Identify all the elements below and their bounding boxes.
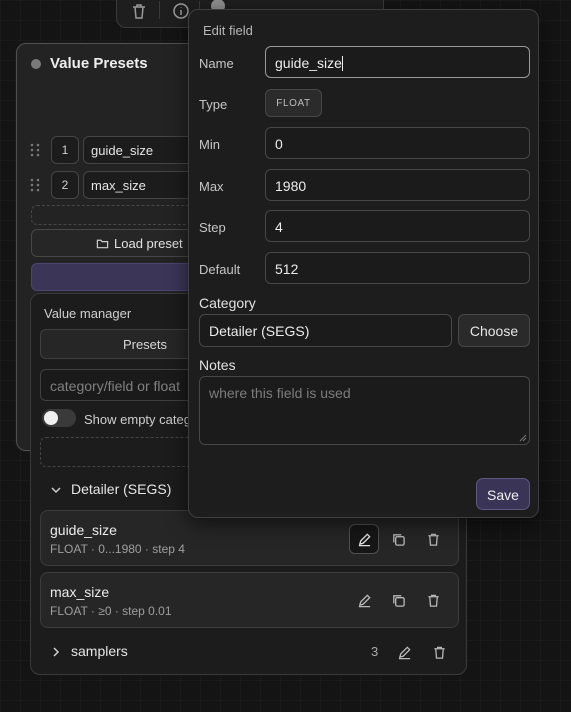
field-meta: FLOAT · ≥0 · step 0.01 — [50, 604, 172, 618]
drag-handle-icon[interactable] — [29, 142, 41, 158]
field-meta: FLOAT · 0...1980 · step 4 — [50, 542, 185, 556]
name-input[interactable]: guide_size — [265, 46, 530, 78]
node-title: Value Presets — [50, 55, 148, 72]
edit-field-popup: Edit field Name guide_size Type FLOAT Mi… — [188, 9, 539, 518]
notes-label: Notes — [199, 357, 236, 373]
save-button[interactable]: Save — [476, 478, 530, 510]
category-name: samplers — [71, 643, 128, 659]
show-empty-toggle[interactable] — [42, 409, 76, 427]
load-preset-label: Load preset — [114, 236, 183, 251]
chevron-down-icon — [49, 483, 63, 497]
delete-field-button[interactable] — [418, 524, 448, 554]
edit-field-button[interactable] — [349, 524, 379, 554]
toolbar-divider — [159, 1, 160, 19]
duplicate-field-button[interactable] — [383, 524, 413, 554]
drag-handle-icon[interactable] — [29, 177, 41, 193]
type-label: Type — [199, 97, 228, 112]
notes-textarea[interactable]: where this field is used — [199, 376, 530, 445]
category-name: Detailer (SEGS) — [71, 481, 172, 497]
step-label: Step — [199, 220, 226, 235]
default-input[interactable]: 512 — [265, 252, 530, 284]
max-label: Max — [199, 179, 224, 194]
field-name: guide_size — [50, 522, 117, 538]
text-caret — [341, 56, 343, 71]
node-header[interactable]: Value Presets — [17, 44, 215, 84]
field-card[interactable]: guide_size FLOAT · 0...1980 · step 4 — [40, 510, 459, 566]
node-status-dot[interactable] — [31, 59, 41, 69]
load-preset-button[interactable]: Load preset — [31, 229, 211, 257]
pencil-icon — [398, 645, 411, 659]
category-header[interactable]: samplers 3 — [40, 639, 460, 665]
popup-title: Edit field — [203, 23, 253, 38]
field-card[interactable]: max_size FLOAT · ≥0 · step 0.01 — [40, 572, 459, 628]
trash-icon[interactable] — [129, 1, 149, 21]
value-manager-title: Value manager — [44, 306, 132, 321]
primary-action-button[interactable] — [31, 263, 211, 291]
edit-field-button[interactable] — [349, 585, 379, 615]
trash-icon — [427, 533, 439, 546]
resize-handle-icon[interactable] — [519, 434, 527, 442]
chevron-right-icon — [49, 645, 63, 659]
delete-field-button[interactable] — [418, 585, 448, 615]
copy-icon — [392, 594, 405, 607]
show-empty-label: Show empty categ — [84, 412, 191, 427]
step-input[interactable]: 4 — [265, 210, 530, 242]
edit-category-button[interactable] — [389, 637, 419, 667]
notes-placeholder: where this field is used — [209, 385, 351, 401]
duplicate-field-button[interactable] — [383, 585, 413, 615]
max-input[interactable]: 1980 — [265, 169, 530, 201]
copy-icon — [392, 533, 405, 546]
type-badge[interactable]: FLOAT — [265, 89, 322, 117]
add-preset-slot[interactable] — [31, 205, 211, 225]
pencil-icon — [358, 532, 371, 546]
category-count: 3 — [371, 644, 379, 659]
name-label: Name — [199, 56, 234, 71]
preset-index[interactable]: 2 — [51, 171, 79, 199]
default-label: Default — [199, 262, 241, 277]
category-input[interactable]: Detailer (SEGS) — [199, 314, 452, 347]
field-name: max_size — [50, 584, 110, 600]
min-input[interactable]: 0 — [265, 127, 530, 159]
trash-icon — [433, 646, 445, 659]
pencil-icon — [358, 593, 371, 607]
toggle-knob — [44, 411, 58, 425]
delete-category-button[interactable] — [424, 637, 454, 667]
category-label: Category — [199, 295, 256, 311]
min-label: Min — [199, 137, 220, 152]
folder-icon — [96, 237, 109, 250]
preset-index[interactable]: 1 — [51, 136, 79, 164]
name-input-value: guide_size — [275, 55, 342, 71]
trash-icon — [427, 594, 439, 607]
choose-category-button[interactable]: Choose — [458, 314, 530, 347]
